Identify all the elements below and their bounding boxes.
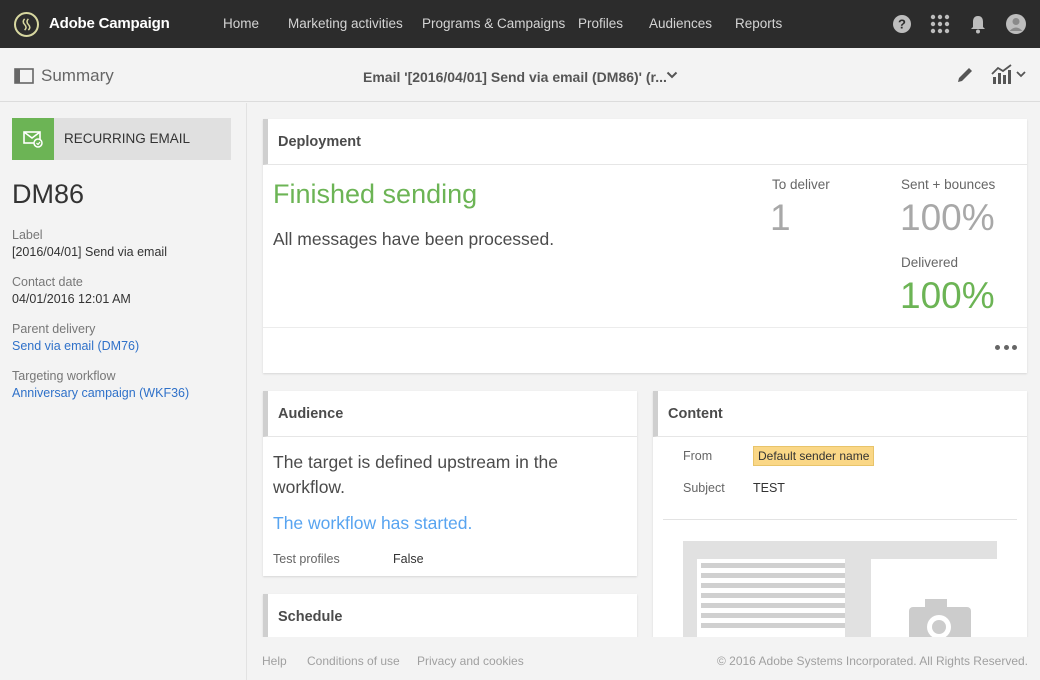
schedule-title: Schedule <box>278 609 343 625</box>
test-profiles-label: Test profiles <box>273 552 340 566</box>
nav-home[interactable]: Home <box>223 16 259 31</box>
test-profiles-value: False <box>393 552 424 566</box>
apps-grid-icon[interactable] <box>929 13 951 35</box>
delivered-value: 100% <box>900 275 995 316</box>
app-brand-name[interactable]: Adobe Campaign <box>49 15 170 32</box>
delivered-label: Delivered <box>901 255 959 270</box>
delivery-type-badge: RECURRING EMAIL <box>12 118 231 160</box>
delivery-type-label: RECURRING EMAIL <box>64 131 191 146</box>
notification-bell-icon[interactable] <box>967 13 989 35</box>
reports-chart-icon[interactable] <box>990 64 1028 86</box>
nav-programs-campaigns[interactable]: Programs & Campaigns <box>422 16 565 31</box>
page-title: Summary <box>41 66 114 85</box>
edit-pencil-icon[interactable] <box>955 65 975 85</box>
sent-bounces-value: 100% <box>900 197 995 238</box>
nav-marketing-activities[interactable]: Marketing activities <box>288 16 403 31</box>
contact-date-value: 04/01/2016 12:01 AM <box>12 292 131 306</box>
deployment-title: Deployment <box>278 134 361 150</box>
schedule-card-header: Schedule <box>263 594 637 640</box>
footer-copyright: © 2016 Adobe Systems Incorporated. All R… <box>716 654 1028 668</box>
top-navigation-bar: Adobe Campaign Home Marketing activities… <box>0 0 1040 48</box>
summary-sidebar: RECURRING EMAIL DM86 Label [2016/04/01] … <box>0 103 247 680</box>
sender-name-tag: Default sender name <box>753 446 875 466</box>
deployment-divider <box>263 327 1027 328</box>
label-field-label: Label <box>12 228 43 242</box>
audience-card-header: Audience <box>263 391 637 437</box>
nav-reports[interactable]: Reports <box>735 16 782 31</box>
to-deliver-label: To deliver <box>772 177 830 192</box>
chevron-down-icon[interactable] <box>666 70 678 80</box>
footer-privacy-link[interactable]: Privacy and cookies <box>417 654 524 668</box>
help-icon[interactable]: ? <box>891 13 913 35</box>
content-divider <box>663 519 1017 520</box>
footer-help-link[interactable]: Help <box>262 654 287 668</box>
adobe-campaign-logo-icon[interactable] <box>14 12 39 37</box>
summary-header-bar: Summary Email '[2016/04/01] Send via ema… <box>0 48 1040 102</box>
delivery-code: DM86 <box>12 179 85 209</box>
nav-audiences[interactable]: Audiences <box>649 16 712 31</box>
content-card-header: Content <box>653 391 1027 437</box>
sidebar-toggle-icon[interactable] <box>14 68 34 84</box>
subject-label: Subject <box>683 481 725 495</box>
email-preview-thumbnail[interactable] <box>683 541 997 641</box>
audience-card: Audience The target is defined upstream … <box>263 391 637 576</box>
targeting-workflow-label: Targeting workflow <box>12 369 116 383</box>
content-card: Content From Default sender name Subject… <box>653 391 1027 656</box>
contact-date-label: Contact date <box>12 275 83 289</box>
recurring-email-icon <box>12 118 54 160</box>
to-deliver-value: 1 <box>770 197 791 238</box>
targeting-workflow-link[interactable]: Anniversary campaign (WKF36) <box>12 386 189 400</box>
deployment-card: Deployment Finished sending All messages… <box>263 119 1027 373</box>
from-label: From <box>683 449 713 463</box>
deployment-card-header: Deployment <box>263 119 1027 165</box>
content-title: Content <box>668 406 723 422</box>
delivery-title-dropdown[interactable]: Email '[2016/04/01] Send via email (DM86… <box>363 69 667 85</box>
workflow-status: The workflow has started. <box>273 513 473 533</box>
deployment-message: All messages have been processed. <box>273 229 555 249</box>
svg-text:?: ? <box>898 17 906 32</box>
footer-conditions-link[interactable]: Conditions of use <box>307 654 400 668</box>
sent-bounces-label: Sent + bounces <box>901 177 996 192</box>
user-avatar-icon[interactable] <box>1005 13 1027 35</box>
page-footer: Help Conditions of use Privacy and cooki… <box>247 637 1040 680</box>
nav-profiles[interactable]: Profiles <box>578 16 623 31</box>
label-field-value: [2016/04/01] Send via email <box>12 245 167 259</box>
more-options-icon[interactable] <box>995 343 1017 351</box>
parent-delivery-label: Parent delivery <box>12 322 96 336</box>
audience-description: The target is defined upstream in the wo… <box>273 452 559 497</box>
parent-delivery-link[interactable]: Send via email (DM76) <box>12 339 139 353</box>
audience-title: Audience <box>278 406 344 422</box>
subject-value: TEST <box>753 481 785 495</box>
deployment-status: Finished sending <box>273 179 478 209</box>
